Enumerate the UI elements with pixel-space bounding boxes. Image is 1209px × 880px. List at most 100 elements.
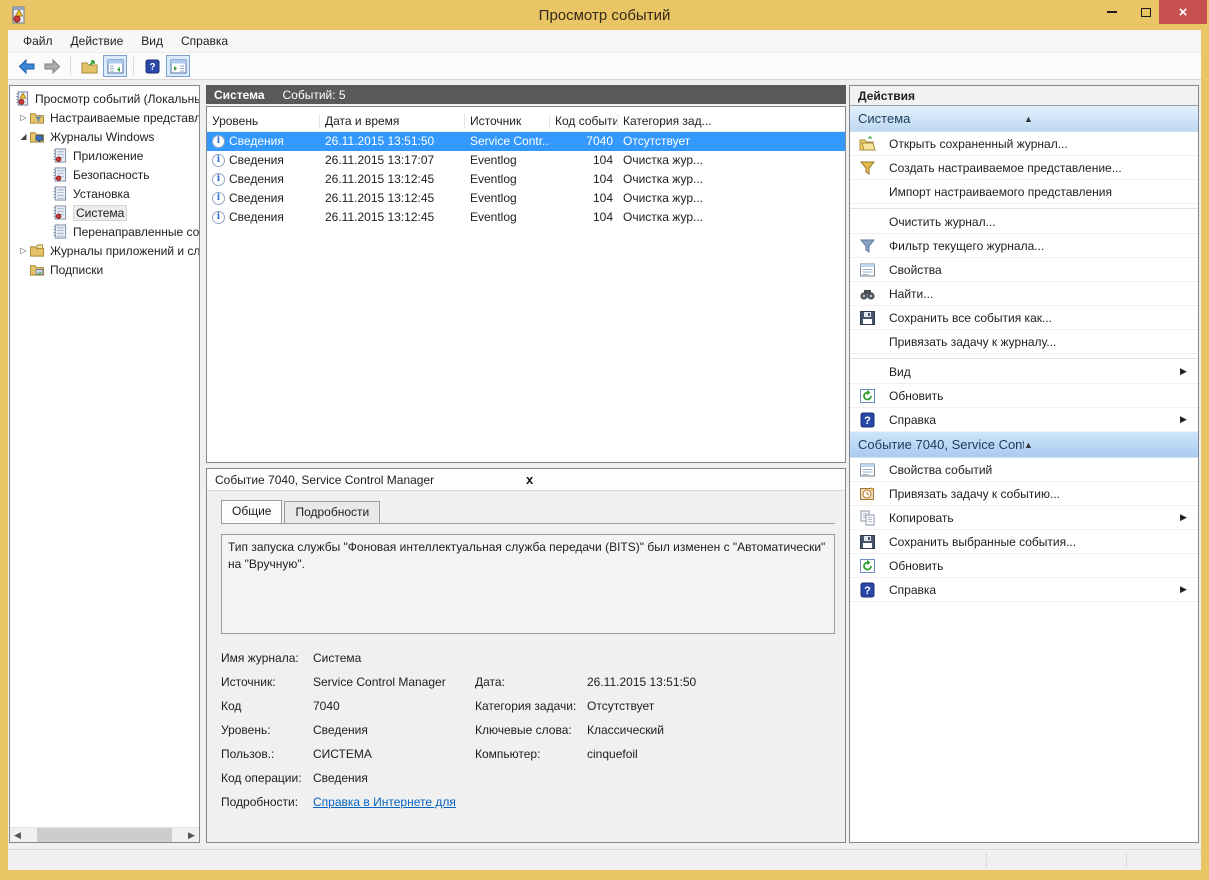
field-label: Компьютер: — [475, 747, 541, 761]
console-tree-toggle-button[interactable] — [103, 55, 127, 77]
toolbar-separator — [133, 57, 134, 75]
action-open-saved-log[interactable]: Открыть сохраненный журнал... — [850, 132, 1198, 156]
actions-section-system-header[interactable]: Система ▲ — [850, 106, 1198, 132]
field-label: Код операции: — [221, 771, 302, 785]
chevron-collapsed-icon[interactable]: ▷ — [18, 113, 29, 122]
detail-close-icon[interactable]: x — [526, 472, 837, 487]
main-content: Просмотр событий (Локальнь ▷ Настраиваем… — [8, 80, 1201, 849]
tree-item-security-log[interactable]: Безопасность — [10, 165, 199, 184]
log-plain-icon — [53, 224, 67, 239]
scrollbar-thumb[interactable] — [37, 827, 172, 842]
tree-item-application-log[interactable]: Приложение — [10, 146, 199, 165]
action-refresh-event[interactable]: Обновить — [850, 554, 1198, 578]
actions-section-event-header[interactable]: Событие 7040, Service Control Manager ▲ — [850, 432, 1198, 458]
tree-item-system-log[interactable]: Система — [10, 203, 199, 222]
action-help[interactable]: ? Справка ▶ — [850, 408, 1198, 432]
tree-item-forwarded-events-log[interactable]: Перенаправленные соб — [10, 222, 199, 241]
subscriptions-icon — [29, 265, 45, 276]
console-tree-panel: Просмотр событий (Локальнь ▷ Настраиваем… — [9, 85, 200, 843]
chevron-expanded-icon[interactable]: ◢ — [18, 132, 29, 141]
status-separator — [1126, 852, 1127, 868]
chevron-collapsed-icon[interactable]: ▷ — [18, 246, 29, 255]
information-icon: i — [212, 173, 225, 186]
event-row[interactable]: i Сведения 26.11.2015 13:12:45 Eventlog 1… — [207, 189, 845, 208]
action-properties[interactable]: Свойства — [850, 258, 1198, 282]
column-datetime[interactable]: Дата и время — [320, 113, 465, 129]
maximize-button[interactable] — [1131, 0, 1161, 24]
scroll-left-icon[interactable]: ◀ — [10, 830, 25, 841]
event-row[interactable]: i Сведения 26.11.2015 13:51:50 Service Co… — [207, 132, 845, 151]
action-pane-toggle-button[interactable] — [166, 55, 190, 77]
help-icon: ? — [860, 582, 875, 597]
tree-item-setup-log[interactable]: Установка — [10, 184, 199, 203]
actions-separator — [850, 354, 1198, 359]
tree-item-custom-views[interactable]: ▷ Настраиваемые представле — [10, 108, 199, 127]
copy-icon — [860, 510, 875, 525]
tree-item-subscriptions[interactable]: Подписки — [10, 260, 199, 279]
action-help-event[interactable]: ? Справка ▶ — [850, 578, 1198, 602]
action-create-custom-view[interactable]: Создать настраиваемое представление... — [850, 156, 1198, 180]
field-value: СИСТЕМА — [313, 747, 372, 761]
action-copy[interactable]: Копировать ▶ — [850, 506, 1198, 530]
actions-pane-title: Действия — [850, 86, 1198, 106]
tab-general[interactable]: Общие — [221, 500, 283, 523]
action-find[interactable]: Найти... — [850, 282, 1198, 306]
field-value: Классический — [587, 723, 664, 737]
event-viewer-window: Просмотр событий × Файл Действие Вид Спр… — [0, 0, 1209, 880]
menu-help[interactable]: Справка — [172, 31, 237, 51]
action-event-properties[interactable]: Свойства событий — [850, 458, 1198, 482]
export-list-button[interactable] — [77, 55, 101, 77]
field-value: 7040 — [313, 699, 340, 713]
menu-action[interactable]: Действие — [62, 31, 133, 51]
tree-item-windows-logs[interactable]: ◢ Журналы Windows — [10, 127, 199, 146]
action-save-all-events[interactable]: Сохранить все события как... — [850, 306, 1198, 330]
scroll-right-icon[interactable]: ▶ — [184, 830, 199, 841]
action-attach-task-to-event[interactable]: Привязать задачу к событию... — [850, 482, 1198, 506]
column-task-category[interactable]: Категория зад... — [618, 114, 845, 129]
log-header-bar: Система Событий: 5 — [206, 85, 846, 104]
tree-horizontal-scrollbar[interactable]: ◀ ▶ — [10, 827, 199, 842]
event-row[interactable]: i Сведения 26.11.2015 13:12:45 Eventlog 1… — [207, 208, 845, 227]
field-label: Уровень: — [221, 723, 271, 737]
action-filter-current-log[interactable]: Фильтр текущего журнала... — [850, 234, 1198, 258]
event-row[interactable]: i Сведения 26.11.2015 13:17:07 Eventlog 1… — [207, 151, 845, 170]
online-help-link[interactable]: Справка в Интернете для — [313, 795, 475, 809]
action-refresh[interactable]: Обновить — [850, 384, 1198, 408]
no-icon — [859, 364, 876, 380]
toolbar-separator — [70, 57, 71, 75]
event-list: Уровень Дата и время Источник Код событи… — [206, 106, 846, 463]
action-attach-task-to-log[interactable]: Привязать задачу к журналу... — [850, 330, 1198, 354]
svg-text:?: ? — [864, 415, 871, 427]
forward-button[interactable] — [40, 55, 64, 77]
scrollbar-track[interactable] — [25, 827, 184, 842]
action-save-selected-events[interactable]: Сохранить выбранные события... — [850, 530, 1198, 554]
attach-task-icon — [860, 486, 874, 500]
tab-details[interactable]: Подробности — [284, 501, 381, 524]
open-folder-icon — [859, 135, 876, 150]
column-level[interactable]: Уровень — [207, 113, 320, 129]
collapse-icon[interactable]: ▲ — [1024, 114, 1190, 124]
tree-item-event-viewer-root[interactable]: Просмотр событий (Локальнь — [10, 89, 199, 108]
tree-item-apps-services-logs[interactable]: ▷ Журналы приложений и сл — [10, 241, 199, 260]
collapse-icon[interactable]: ▲ — [1024, 440, 1190, 450]
back-button[interactable] — [14, 55, 38, 77]
field-value: Сведения — [313, 723, 368, 737]
help-button[interactable]: ? — [140, 55, 164, 77]
column-event-id[interactable]: Код события — [550, 113, 618, 129]
column-source[interactable]: Источник — [465, 113, 550, 129]
submenu-arrow-icon: ▶ — [1180, 512, 1187, 522]
svg-text:?: ? — [149, 62, 155, 73]
detail-title-bar: Событие 7040, Service Control Manager x — [207, 469, 845, 491]
close-button[interactable]: × — [1159, 0, 1207, 24]
menu-view[interactable]: Вид — [132, 31, 172, 51]
action-view[interactable]: Вид ▶ — [850, 360, 1198, 384]
event-row[interactable]: i Сведения 26.11.2015 13:12:45 Eventlog 1… — [207, 170, 845, 189]
log-plain-icon — [53, 186, 67, 201]
minimize-button[interactable] — [1097, 0, 1127, 24]
menu-file[interactable]: Файл — [14, 31, 62, 51]
detail-title: Событие 7040, Service Control Manager — [215, 472, 435, 487]
refresh-icon — [860, 388, 875, 403]
action-clear-log[interactable]: Очистить журнал... — [850, 210, 1198, 234]
action-import-custom-view[interactable]: Импорт настраиваемого представления — [850, 180, 1198, 204]
window-title: Просмотр событий — [538, 6, 671, 24]
